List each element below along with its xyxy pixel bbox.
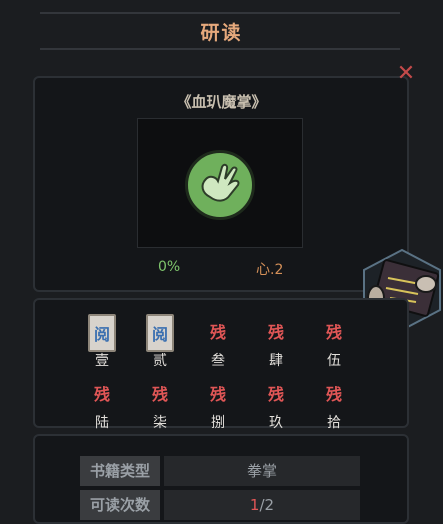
chapter-item-2[interactable]: 阅 贰 <box>140 314 180 369</box>
chapter-item-3[interactable]: 残 叁 <box>198 314 238 369</box>
chapter-item-5[interactable]: 残 伍 <box>314 314 354 369</box>
chapter-label: 玖 <box>269 415 283 431</box>
fragment-badge: 残 <box>262 314 290 352</box>
read-count-value: 1/2 <box>164 490 360 520</box>
chapter-item-8[interactable]: 残 捌 <box>198 376 238 431</box>
chapter-label: 拾 <box>327 415 341 431</box>
chapter-label: 叁 <box>211 353 225 369</box>
chapter-item-6[interactable]: 残 陆 <box>82 376 122 431</box>
fragment-badge: 残 <box>88 376 116 414</box>
chapter-label: 肆 <box>269 353 283 369</box>
header-top-line <box>40 12 400 14</box>
chapter-label: 捌 <box>211 415 225 431</box>
chapter-item-9[interactable]: 残 玖 <box>256 376 296 431</box>
chapter-item-7[interactable]: 残 柒 <box>140 376 180 431</box>
chapter-label: 壹 <box>95 353 109 369</box>
read-badge: 阅 <box>88 314 116 352</box>
heart-requirement: 心.2 <box>256 262 284 278</box>
chapter-label: 伍 <box>327 353 341 369</box>
fragment-badge: 残 <box>262 376 290 414</box>
book-type-value: 拳掌 <box>164 456 360 486</box>
fragment-badge: 残 <box>320 376 348 414</box>
read-badge: 阅 <box>146 314 174 352</box>
book-type-row: 书籍类型 拳掌 <box>80 456 360 486</box>
book-type-label: 书籍类型 <box>80 456 160 486</box>
fragment-badge: 残 <box>204 376 232 414</box>
book-title: 《血玐魔掌》 <box>176 93 267 111</box>
chapter-label: 柒 <box>153 415 167 431</box>
fragment-badge: 残 <box>320 314 348 352</box>
read-count-total: 2 <box>264 496 275 514</box>
chapter-item-10[interactable]: 残 拾 <box>314 376 354 431</box>
read-count-row: 可读次数 1/2 <box>80 490 360 520</box>
header-bottom-line <box>40 48 400 50</box>
reading-progress: 0% <box>158 259 181 275</box>
fragment-badge: 残 <box>204 314 232 352</box>
read-count-label: 可读次数 <box>80 490 160 520</box>
chapter-label: 贰 <box>153 353 167 369</box>
chapter-item-1[interactable]: 阅 壹 <box>82 314 122 369</box>
chapter-item-4[interactable]: 残 肆 <box>256 314 296 369</box>
fragment-badge: 残 <box>146 376 174 414</box>
close-icon[interactable]: ✕ <box>394 62 418 86</box>
palm-strike-icon <box>185 150 255 220</box>
page-title: 研读 <box>200 22 243 44</box>
chapter-label: 陆 <box>95 415 109 431</box>
